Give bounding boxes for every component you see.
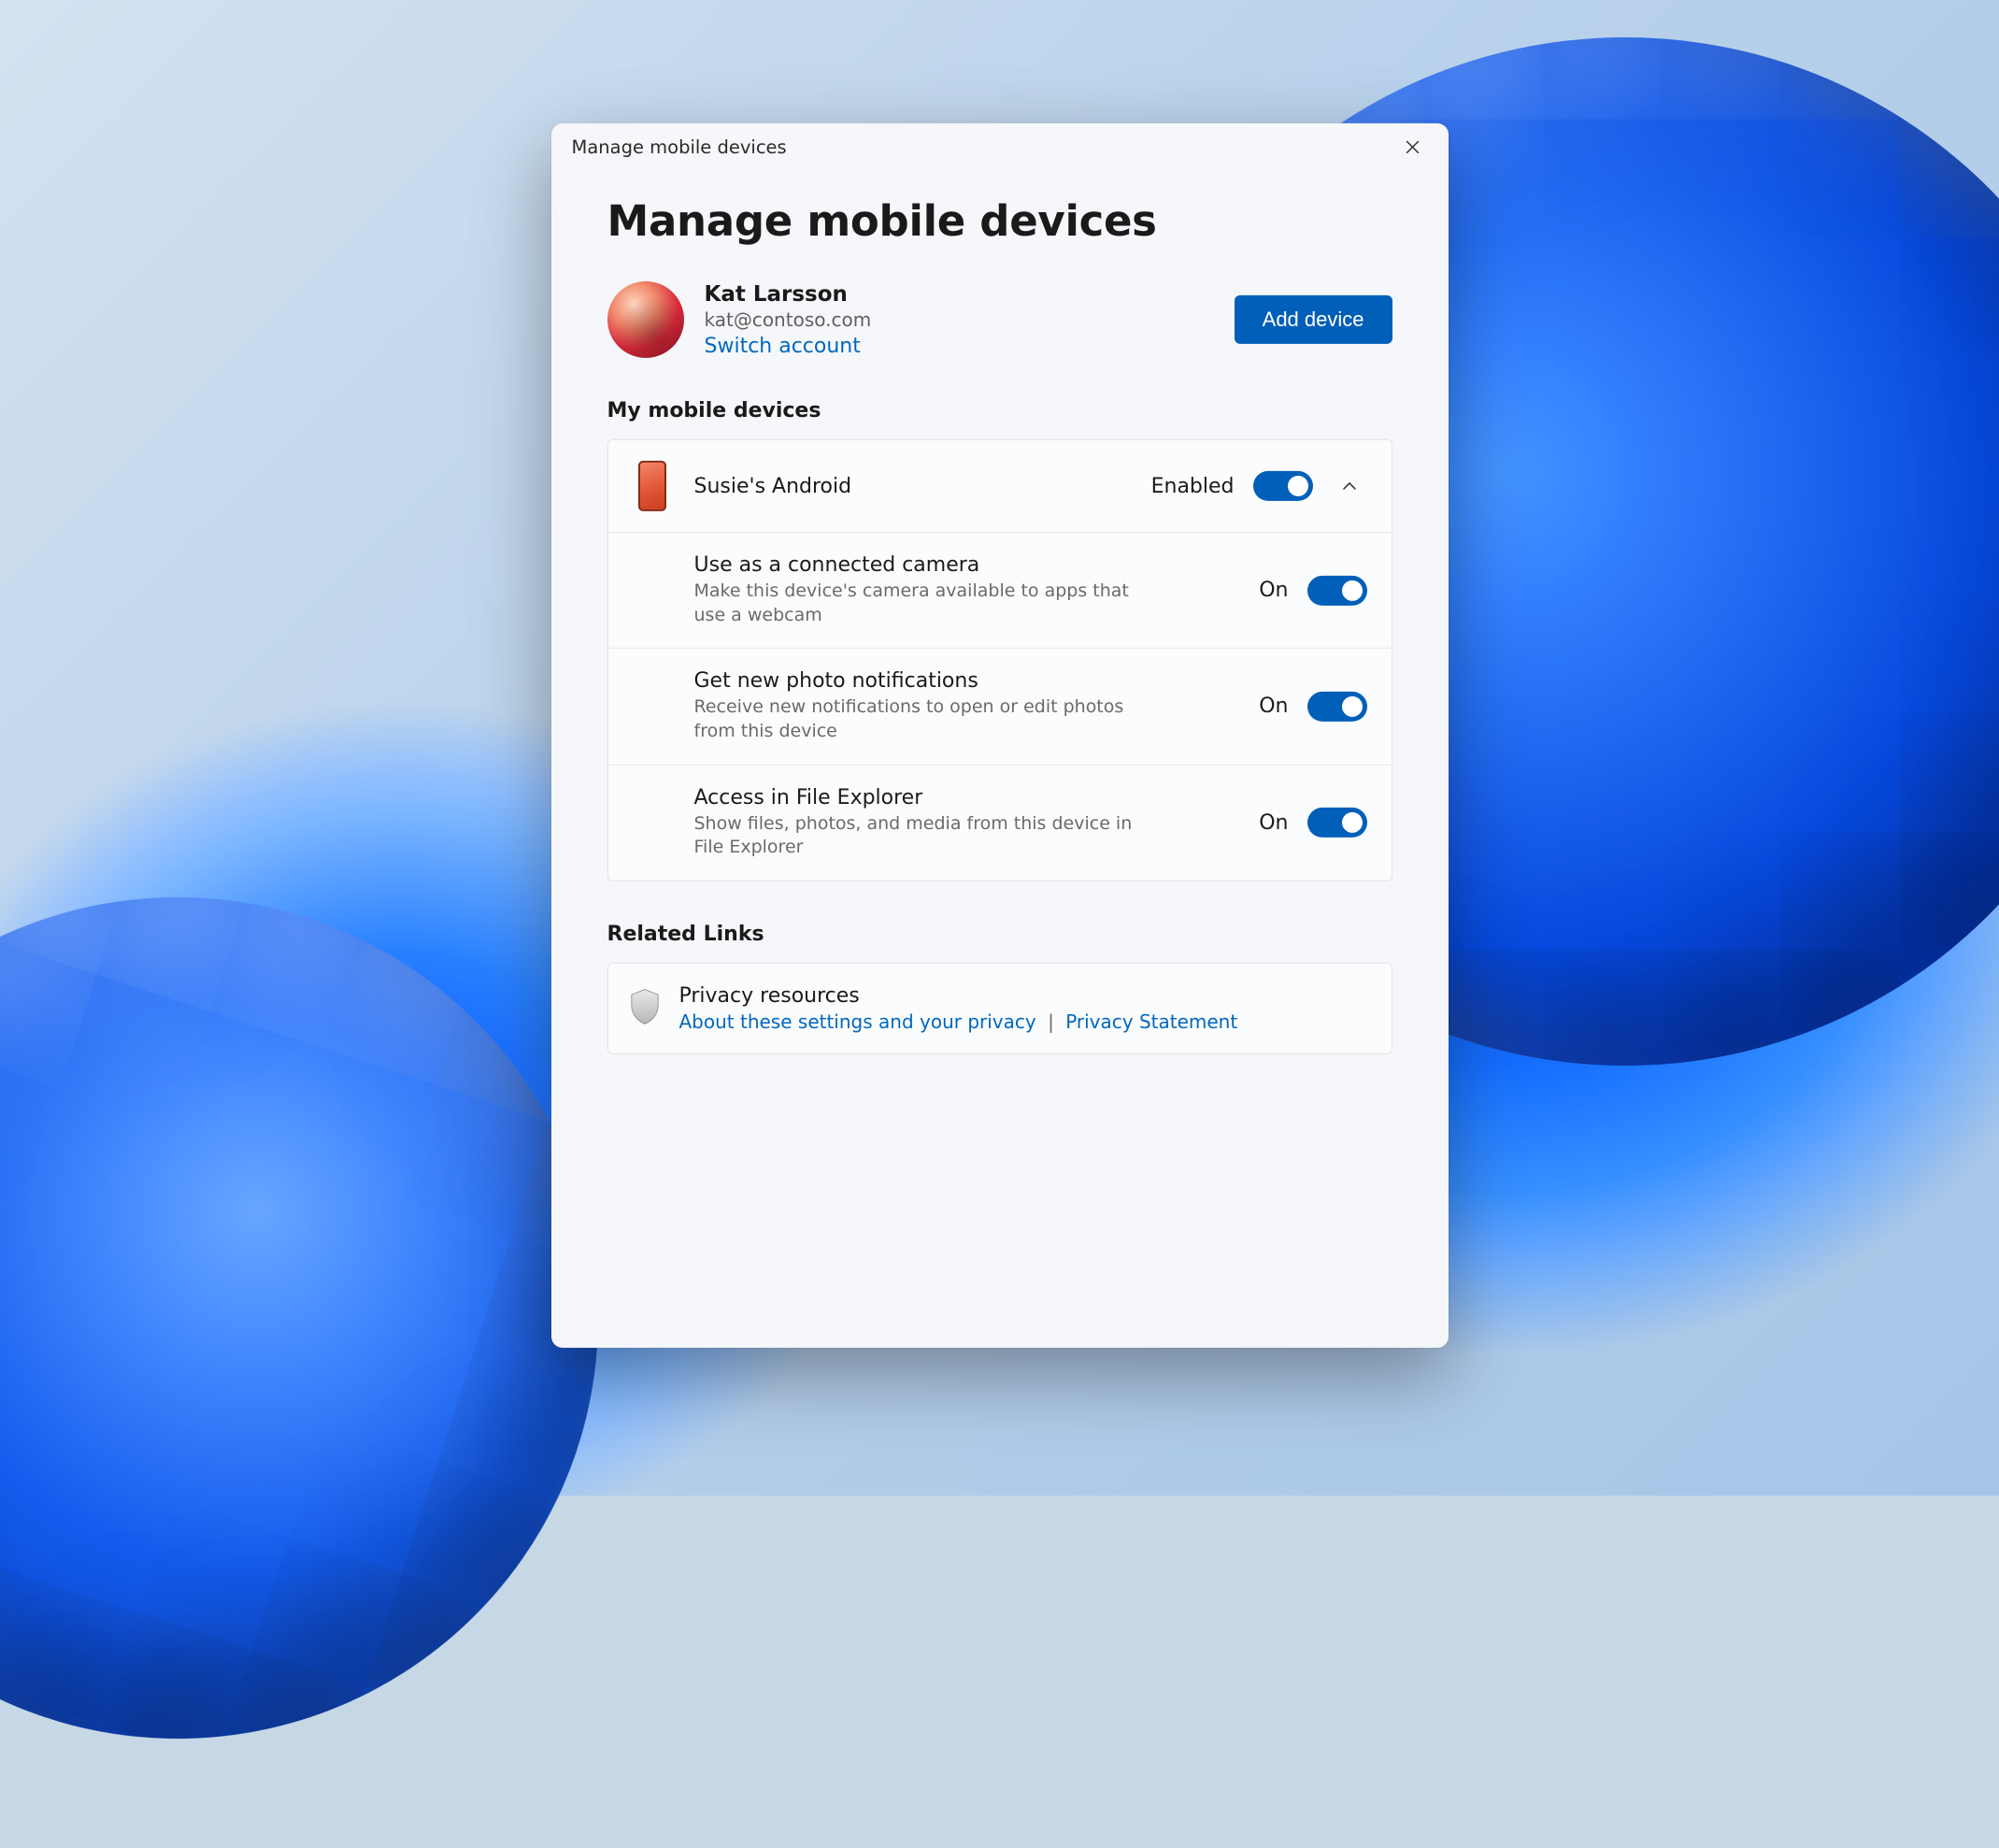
setting-description: Make this device's camera available to a… — [694, 580, 1134, 627]
avatar — [607, 281, 684, 358]
camera-toggle[interactable] — [1307, 576, 1367, 606]
window-title: Manage mobile devices — [572, 136, 787, 157]
related-links-heading: Related Links — [607, 923, 1392, 946]
account-row: Kat Larsson kat@contoso.com Switch accou… — [607, 281, 1392, 358]
switch-account-link[interactable]: Switch account — [705, 334, 872, 357]
privacy-statement-link[interactable]: Privacy Statement — [1065, 1010, 1237, 1033]
account-email: kat@contoso.com — [705, 308, 872, 330]
related-links-section: Related Links — [607, 923, 1392, 1054]
about-privacy-link[interactable]: About these settings and your privacy — [679, 1010, 1036, 1033]
close-icon — [1405, 138, 1421, 154]
page-title: Manage mobile devices — [607, 196, 1392, 246]
setting-status-label: On — [1259, 811, 1288, 835]
settings-window: Manage mobile devices Manage mobile devi… — [551, 123, 1449, 1348]
chevron-up-icon — [1340, 477, 1359, 495]
privacy-title: Privacy resources — [679, 984, 1238, 1008]
phone-icon — [638, 461, 666, 511]
file-explorer-toggle[interactable] — [1307, 808, 1367, 838]
setting-title: Access in File Explorer — [694, 785, 1241, 809]
device-status-label: Enabled — [1151, 474, 1235, 497]
setting-description: Show files, photos, and media from this … — [694, 811, 1134, 859]
setting-title: Get new photo notifications — [694, 669, 1241, 693]
add-device-button[interactable]: Add device — [1235, 295, 1392, 344]
my-devices-heading: My mobile devices — [607, 399, 1392, 423]
setting-status-label: On — [1259, 695, 1288, 718]
collapse-button[interactable] — [1332, 477, 1367, 495]
titlebar: Manage mobile devices — [551, 123, 1449, 170]
device-name: Susie's Android — [694, 474, 1133, 497]
privacy-row: Privacy resources About these settings a… — [608, 964, 1392, 1053]
setting-description: Receive new notifications to open or edi… — [694, 695, 1134, 743]
photo-notifications-toggle[interactable] — [1307, 692, 1367, 722]
account-left: Kat Larsson kat@contoso.com Switch accou… — [607, 281, 872, 358]
close-button[interactable] — [1385, 123, 1441, 170]
device-enabled-toggle[interactable] — [1253, 471, 1313, 501]
setting-row-file-explorer: Access in File Explorer Show files, phot… — [608, 764, 1392, 880]
content-area: Manage mobile devices Kat Larsson kat@co… — [551, 170, 1449, 1348]
account-info: Kat Larsson kat@contoso.com Switch accou… — [705, 281, 872, 357]
device-header-row[interactable]: Susie's Android Enabled — [608, 440, 1392, 532]
setting-title: Use as a connected camera — [694, 553, 1241, 577]
account-name: Kat Larsson — [705, 281, 872, 306]
device-card: Susie's Android Enabled Use as a connect… — [607, 439, 1392, 881]
shield-icon — [629, 988, 661, 1025]
link-separator: | — [1048, 1010, 1054, 1033]
setting-status-label: On — [1259, 579, 1288, 602]
setting-row-camera: Use as a connected camera Make this devi… — [608, 532, 1392, 648]
privacy-links: About these settings and your privacy | … — [679, 1010, 1238, 1033]
privacy-card: Privacy resources About these settings a… — [607, 963, 1392, 1054]
settinget-row-photo-notifications: Get new photo notifications Receive new … — [608, 648, 1392, 764]
